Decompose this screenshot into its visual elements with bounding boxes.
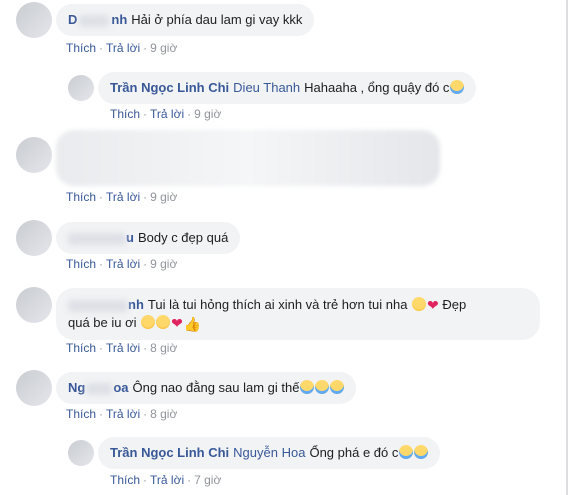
reply-link[interactable]: Trả lời: [106, 41, 140, 55]
comment-actions: Thích · Trả lời · 9 giờ: [66, 190, 178, 204]
comment-actions: Thích · Trả lời · 8 giờ: [66, 407, 178, 421]
comment-time[interactable]: 9 giờ: [194, 107, 221, 121]
comment-text-line2: quá be iu ơi: [68, 315, 137, 330]
comment-author[interactable]: nh: [68, 297, 144, 312]
comment-author[interactable]: u: [68, 230, 134, 245]
reply-link[interactable]: Trả lời: [106, 341, 140, 355]
heart-icon: ❤: [427, 297, 439, 313]
reply-link[interactable]: Trả lời: [106, 257, 140, 271]
laughing-emoji-icon: [450, 80, 465, 94]
comment-time[interactable]: 9 giờ: [150, 41, 177, 55]
comment-bubble: Dnh Hải ở phía dau lam gi vay kkk: [56, 4, 315, 36]
comment-author[interactable]: Ng oa: [68, 380, 129, 395]
comment-actions: Thích · Trả lời · 9 giờ: [66, 41, 178, 55]
avatar[interactable]: [68, 75, 94, 101]
like-link[interactable]: Thích: [66, 341, 96, 355]
comment-time[interactable]: 9 giờ: [150, 257, 177, 271]
comment-text: Body c đẹp quá: [137, 230, 229, 245]
like-link[interactable]: Thích: [66, 257, 96, 271]
heart-icon: ❤: [171, 315, 183, 331]
comment-actions: Thích · Trả lời · 9 giờ: [66, 257, 178, 271]
comment-text: Hahaaha , ổng quậy đó c: [304, 80, 450, 95]
reply-bubble: Trần Ngọc Linh Chi Nguyễn Hoa Ổng phá e đó…: [98, 437, 441, 469]
laughing-emoji-icon: [315, 380, 330, 394]
comment-time[interactable]: 8 giờ: [150, 341, 177, 355]
avatar[interactable]: [16, 2, 52, 38]
comment-actions: Thích · Trả lời · 9 giờ: [110, 107, 222, 121]
grinning-emoji-icon: [412, 297, 427, 311]
comment-bubble: nh Tui là tui hỏng thích ai xinh và trẻ h…: [56, 288, 540, 340]
kissing-heart-emoji-icon: [156, 315, 171, 329]
like-link[interactable]: Thích: [110, 107, 140, 121]
comment-text: Hải ở phía dau lam gi vay kkk: [131, 12, 303, 27]
reply-link[interactable]: Trả lời: [106, 190, 140, 204]
comment-author[interactable]: Dnh: [68, 12, 127, 27]
comment-text-continued: Đẹp: [442, 297, 467, 312]
reply-link[interactable]: Trả lời: [150, 473, 184, 487]
comment-actions: Thích · Trả lời · 7 giờ: [110, 473, 222, 487]
avatar[interactable]: [68, 440, 94, 466]
thumbs-up-icon: 👍: [183, 316, 202, 332]
comment-actions: Thích · Trả lời · 8 giờ: [66, 341, 178, 355]
comment-text: Ông nao đằng sau lam gi thế: [132, 380, 300, 395]
comment-author[interactable]: Trần Ngọc Linh Chi: [110, 445, 229, 460]
avatar[interactable]: [16, 137, 52, 173]
avatar[interactable]: [16, 370, 52, 406]
comment-author[interactable]: Trần Ngọc Linh Chi: [110, 80, 229, 95]
laughing-emoji-icon: [399, 445, 414, 459]
reply-link[interactable]: Trả lời: [106, 407, 140, 421]
blurred-comment-bubble: [56, 130, 440, 186]
comment-time[interactable]: 7 giờ: [194, 473, 221, 487]
like-link[interactable]: Thích: [110, 473, 140, 487]
mention-link[interactable]: Nguyễn Hoa: [233, 445, 305, 460]
reply-bubble: Trần Ngọc Linh Chi Dieu Thanh Hahaaha , ổn…: [98, 72, 477, 104]
comment-time[interactable]: 8 giờ: [150, 407, 177, 421]
avatar[interactable]: [16, 220, 52, 256]
comment-text: Tui là tui hỏng thích ai xinh và trẻ hơn…: [147, 297, 408, 312]
reply-link[interactable]: Trả lời: [150, 107, 184, 121]
kissing-heart-emoji-icon: [141, 315, 156, 329]
mention-link[interactable]: Dieu Thanh: [233, 80, 300, 95]
laughing-emoji-icon: [330, 380, 345, 394]
like-link[interactable]: Thích: [66, 41, 96, 55]
like-link[interactable]: Thích: [66, 407, 96, 421]
comment-bubble: Ng oa Ông nao đằng sau lam gi thế: [56, 372, 357, 404]
comment-bubble: u Body c đẹp quá: [56, 222, 241, 254]
comment-time[interactable]: 9 giờ: [150, 190, 177, 204]
laughing-emoji-icon: [300, 380, 315, 394]
laughing-emoji-icon: [414, 445, 429, 459]
comment-text: Ổng phá e đó c: [309, 445, 399, 460]
avatar[interactable]: [16, 287, 52, 323]
like-link[interactable]: Thích: [66, 190, 96, 204]
